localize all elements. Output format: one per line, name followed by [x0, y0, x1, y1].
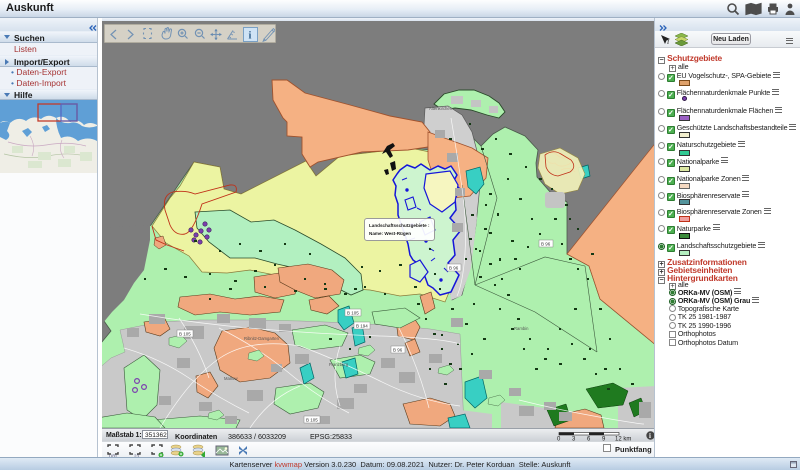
- svg-text:B 105: B 105: [347, 311, 359, 316]
- svg-text:Ribnitz-Damgarten: Ribnitz-Damgarten: [244, 336, 280, 341]
- svg-text:Franzburg: Franzburg: [329, 362, 349, 367]
- svg-text:i: i: [649, 432, 651, 440]
- svg-text:B 96: B 96: [541, 242, 551, 247]
- svg-text:B 105: B 105: [306, 418, 318, 423]
- svg-text:B 96: B 96: [449, 266, 459, 271]
- svg-text:i: i: [667, 37, 669, 45]
- svg-text:Rambin: Rambin: [514, 326, 529, 331]
- svg-text:B 194: B 194: [356, 324, 368, 329]
- svg-text:i: i: [249, 31, 252, 42]
- svg-text:B 96: B 96: [393, 348, 403, 353]
- svg-text:Altenkirchen: Altenkirchen: [429, 106, 453, 111]
- svg-text:Marlow: Marlow: [224, 376, 238, 381]
- svg-text:B 105: B 105: [179, 332, 191, 337]
